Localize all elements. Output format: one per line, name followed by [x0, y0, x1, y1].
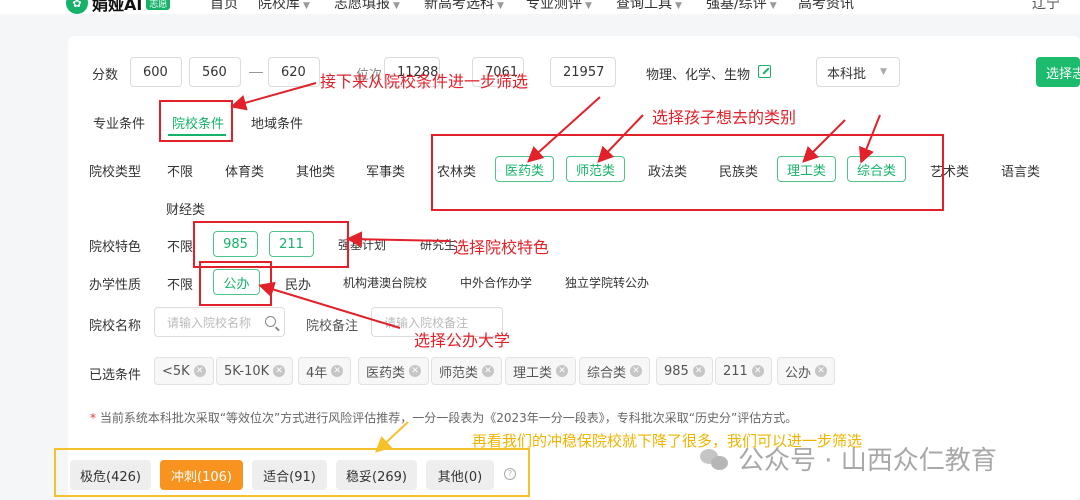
watermark: 公众号 · 山西众仁教育	[700, 440, 997, 477]
annotation-text: 接下来从院校条件进一步筛选	[320, 72, 529, 91]
annotation-text: 选择孩子想去的类别	[652, 108, 797, 127]
arrow	[527, 96, 601, 163]
wechat-icon	[700, 447, 730, 471]
arrow	[375, 421, 409, 453]
arrow	[230, 82, 317, 111]
arrow	[859, 114, 881, 164]
arrow	[258, 281, 401, 329]
arrow	[346, 231, 451, 248]
annotation-text: 选择院校特色	[453, 238, 550, 257]
annotation-text: 选择公办大学	[414, 331, 511, 350]
arrow	[597, 114, 644, 163]
arrow	[802, 119, 846, 163]
